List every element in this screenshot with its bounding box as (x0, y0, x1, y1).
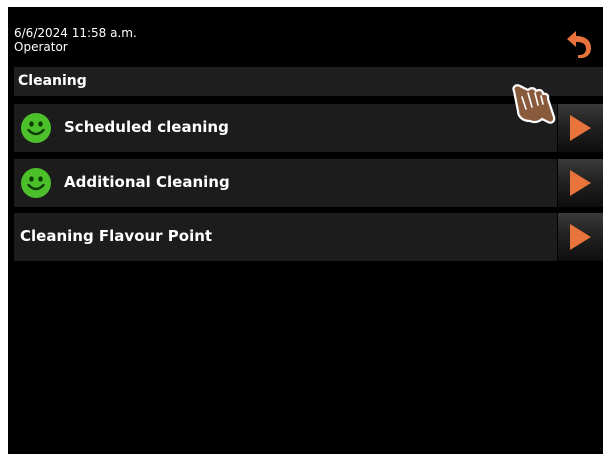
row-label: Additional Cleaning (64, 173, 230, 191)
status-bar: 6/6/2024 11:58 a.m. Operator (8, 7, 603, 65)
back-button[interactable] (564, 27, 596, 59)
datetime-label: 6/6/2024 11:58 a.m. (14, 26, 137, 40)
row-arrow-button[interactable] (557, 104, 603, 152)
user-role-label: Operator (14, 40, 68, 54)
touch-screen: 6/6/2024 11:58 a.m. Operator Cleaning Sc… (8, 7, 603, 454)
row-label: Cleaning Flavour Point (20, 227, 213, 245)
section-title: Cleaning (18, 73, 87, 89)
play-right-icon (570, 170, 591, 196)
smiley-ok-icon (21, 113, 51, 143)
menu-row-scheduled-cleaning[interactable]: Scheduled cleaning (14, 104, 603, 152)
smiley-ok-icon (21, 168, 51, 198)
menu-row-cleaning-flavour-point[interactable]: Cleaning Flavour Point (14, 213, 603, 261)
play-right-icon (570, 224, 591, 250)
section-header: Cleaning (14, 67, 603, 96)
play-right-icon (570, 115, 591, 141)
menu-row-additional-cleaning[interactable]: Additional Cleaning (14, 159, 603, 207)
row-arrow-button[interactable] (557, 213, 603, 261)
back-arrow-icon (567, 31, 591, 58)
row-arrow-button[interactable] (557, 159, 603, 207)
row-label: Scheduled cleaning (64, 118, 229, 136)
